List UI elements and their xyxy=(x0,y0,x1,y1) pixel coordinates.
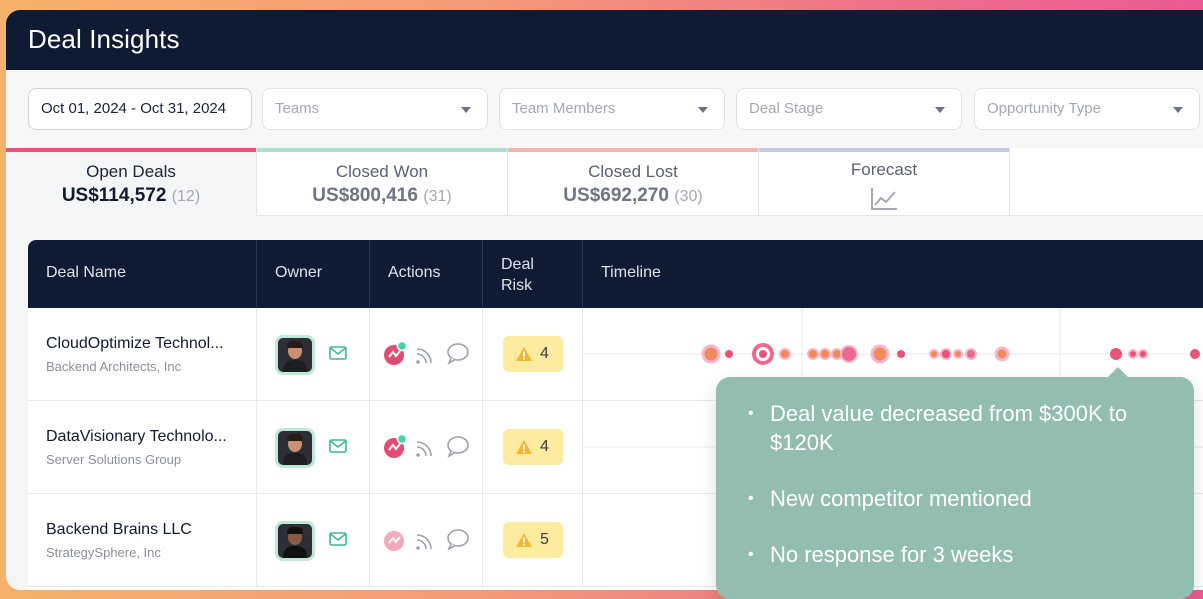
warning-icon xyxy=(516,533,532,547)
chevron-down-icon xyxy=(1173,107,1183,113)
tab-amount: US$692,270 xyxy=(563,185,669,206)
tab-label: Forecast xyxy=(850,160,918,179)
deal-name[interactable]: Backend Brains LLC xyxy=(46,521,192,539)
risk-score: 4 xyxy=(540,438,549,455)
page-title: Deal Insights xyxy=(6,10,1203,70)
deal-risk-cell: 4 xyxy=(483,308,583,401)
avatar[interactable] xyxy=(275,335,315,375)
column-header-owner[interactable]: Owner xyxy=(257,240,370,308)
deal-risk-cell: 5 xyxy=(483,494,583,587)
tab-indicator xyxy=(6,148,256,152)
deal-risk-tooltip: Deal value decreased from $300K to $120K… xyxy=(716,367,1194,599)
deal-risk-cell: 4 xyxy=(483,401,583,494)
risk-badge[interactable]: 4 xyxy=(503,336,563,372)
line-chart-icon xyxy=(759,186,1009,217)
tab-label: Open Deals xyxy=(86,162,176,181)
actions-cell xyxy=(370,401,483,494)
table-header: Deal Name Owner Actions Deal Risk Timeli… xyxy=(28,240,1203,308)
risk-reason-item: New competitor mentioned xyxy=(748,484,1194,513)
opportunity-type-select[interactable]: Opportunity Type xyxy=(974,88,1200,130)
owner-cell xyxy=(257,401,370,494)
team-members-select-label: Team Members xyxy=(512,100,616,117)
risk-score: 4 xyxy=(540,345,549,362)
column-header-timeline[interactable]: Timeline xyxy=(583,240,1203,308)
actions-cell xyxy=(370,494,483,587)
tab-indicator xyxy=(759,148,1009,152)
mail-icon[interactable] xyxy=(329,439,347,453)
opportunity-type-select-label: Opportunity Type xyxy=(987,100,1101,117)
tab-count: (30) xyxy=(674,188,703,205)
deal-name[interactable]: CloudOptimize Technol... xyxy=(46,335,224,353)
feed-icon[interactable] xyxy=(414,344,436,366)
column-header-actions[interactable]: Actions xyxy=(370,240,483,308)
tab-count: (12) xyxy=(171,188,201,205)
activity-icon[interactable] xyxy=(382,341,408,367)
teams-select[interactable]: Teams xyxy=(262,88,488,130)
mail-icon[interactable] xyxy=(329,532,347,546)
risk-badge[interactable]: 4 xyxy=(503,429,563,465)
chevron-down-icon xyxy=(461,107,471,113)
risk-reason-item: No response for 3 weeks xyxy=(748,540,1194,569)
deal-name-cell: Backend Brains LLC StrategySphere, Inc xyxy=(28,494,257,587)
column-header-deal-name[interactable]: Deal Name xyxy=(28,240,257,308)
activity-icon[interactable] xyxy=(382,527,408,553)
owner-cell xyxy=(257,494,370,587)
comment-icon[interactable] xyxy=(446,341,470,365)
risk-badge[interactable]: 5 xyxy=(503,522,563,558)
tab-forecast[interactable]: Forecast xyxy=(759,148,1010,216)
risk-score: 5 xyxy=(540,531,549,548)
tab-amount: US$114,572 xyxy=(61,185,167,206)
chevron-down-icon xyxy=(935,107,945,113)
avatar[interactable] xyxy=(275,428,315,468)
avatar[interactable] xyxy=(275,521,315,561)
column-header-deal-risk[interactable]: Deal Risk xyxy=(483,240,583,308)
mail-icon[interactable] xyxy=(329,346,347,360)
teams-select-label: Teams xyxy=(275,100,320,117)
risk-reason-item: Deal value decreased from $300K to $120K xyxy=(748,399,1194,457)
tab-value: US$692,270 (30) xyxy=(508,185,758,207)
tab-indicator xyxy=(257,148,507,152)
deal-company: StrategySphere, Inc xyxy=(46,545,161,560)
feed-icon[interactable] xyxy=(414,437,436,459)
owner-cell xyxy=(257,308,370,401)
feed-icon[interactable] xyxy=(414,530,436,552)
tab-indicator xyxy=(508,148,758,152)
tab-label: Closed Lost xyxy=(588,162,678,181)
chevron-down-icon xyxy=(698,107,708,113)
risk-reasons-list: Deal value decreased from $300K to $120K… xyxy=(748,399,1194,596)
tab-value: US$114,572 (12) xyxy=(6,185,256,207)
tab-closed-lost[interactable]: Closed Lost US$692,270 (30) xyxy=(508,148,759,216)
tab-label: Closed Won xyxy=(335,162,429,181)
comment-icon[interactable] xyxy=(446,434,470,458)
tab-open-deals[interactable]: Open Deals US$114,572 (12) xyxy=(6,148,257,216)
tab-amount: US$800,416 xyxy=(312,185,418,206)
team-members-select[interactable]: Team Members xyxy=(499,88,725,130)
tooltip-arrow xyxy=(1108,367,1128,377)
deal-company: Backend Architects, Inc xyxy=(46,359,182,374)
tab-closed-won[interactable]: Closed Won US$800,416 (31) xyxy=(257,148,508,216)
actions-cell xyxy=(370,308,483,401)
tab-count: (31) xyxy=(423,188,452,205)
deal-name-cell: CloudOptimize Technol... Backend Archite… xyxy=(28,308,257,401)
tab-empty xyxy=(1010,148,1203,216)
deal-company: Server Solutions Group xyxy=(46,452,182,467)
deal-name-cell: DataVisionary Technolo... Server Solutio… xyxy=(28,401,257,494)
warning-icon xyxy=(516,440,532,454)
warning-icon xyxy=(516,347,532,361)
deal-stage-select[interactable]: Deal Stage xyxy=(736,88,962,130)
comment-icon[interactable] xyxy=(446,527,470,551)
deal-name[interactable]: DataVisionary Technolo... xyxy=(46,428,227,446)
filter-bar: Oct 01, 2024 - Oct 31, 2024 Teams Team M… xyxy=(6,70,1203,148)
activity-icon[interactable] xyxy=(382,434,408,460)
date-range-picker[interactable]: Oct 01, 2024 - Oct 31, 2024 xyxy=(28,88,252,130)
deal-tabs: Open Deals US$114,572 (12) Closed Won US… xyxy=(6,148,1203,218)
tab-value: US$800,416 (31) xyxy=(257,185,507,207)
deal-stage-select-label: Deal Stage xyxy=(749,100,824,117)
